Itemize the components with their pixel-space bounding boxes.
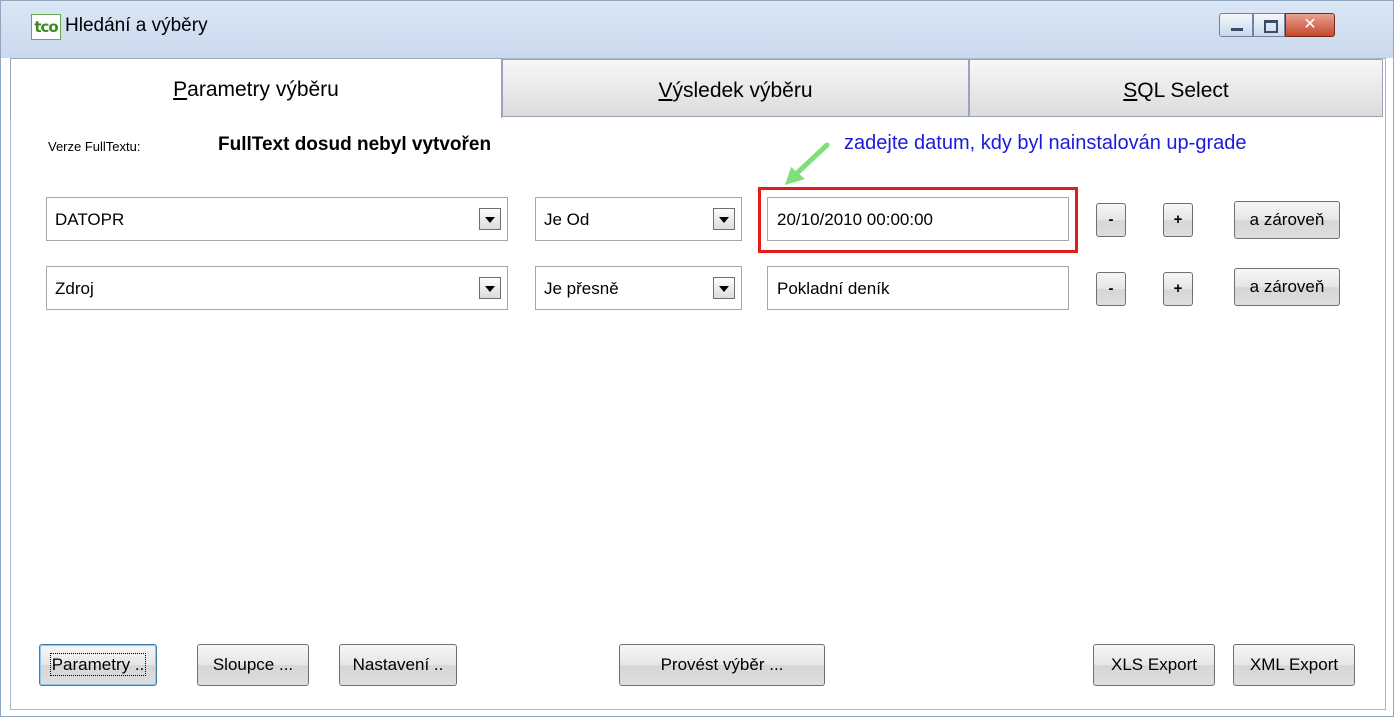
close-button[interactable]: ✕ xyxy=(1285,13,1335,37)
tab-vysledek-vyberu[interactable]: Výsledek výběru xyxy=(502,59,969,117)
annotation-hint: zadejte datum, kdy byl nainstalován up-g… xyxy=(844,132,1247,154)
parametry-button[interactable]: Parametry .. xyxy=(39,644,157,686)
app-logo-icon: tco xyxy=(31,14,61,40)
chevron-down-icon[interactable] xyxy=(713,208,735,230)
xml-export-button[interactable]: XML Export xyxy=(1233,644,1355,686)
fulltext-version-label: Verze FullTextu: xyxy=(48,139,141,154)
window-title: Hledání a výběry xyxy=(65,15,208,36)
tab-accel: P xyxy=(173,78,188,101)
minus-button-row2[interactable]: - xyxy=(1096,272,1126,306)
value-input-row1[interactable]: 20/10/2010 00:00:00 xyxy=(767,197,1069,241)
parametry-label: Parametry .. xyxy=(49,653,147,676)
tab-label: arametry výběru xyxy=(187,78,339,101)
input-value: Pokladní deník xyxy=(777,279,890,298)
value-input-row2[interactable]: Pokladní deník xyxy=(767,266,1069,310)
and-button-row1[interactable]: a zároveň xyxy=(1234,201,1340,239)
field-value: Zdroj xyxy=(55,279,94,298)
chevron-down-icon[interactable] xyxy=(713,277,735,299)
xls-export-button[interactable]: XLS Export xyxy=(1093,644,1215,686)
tab-label: QL Select xyxy=(1137,79,1229,102)
close-icon: ✕ xyxy=(1303,16,1317,33)
tab-label: ýsledek výběru xyxy=(672,79,813,102)
plus-button-row1[interactable]: + xyxy=(1163,203,1193,237)
tab-sql-select[interactable]: SQL Select xyxy=(969,59,1383,117)
provest-vyber-button[interactable]: Provést výběr ... xyxy=(619,644,825,686)
tab-accel: V xyxy=(658,79,673,102)
field-combo-row1[interactable]: DATOPR xyxy=(46,197,508,241)
plus-button-row2[interactable]: + xyxy=(1163,272,1193,306)
minimize-icon xyxy=(1231,28,1243,31)
tab-parametry-vyberu[interactable]: Parametry výběru xyxy=(10,58,502,118)
field-combo-row2[interactable]: Zdroj xyxy=(46,266,508,310)
sloupce-button[interactable]: Sloupce ... xyxy=(197,644,309,686)
chevron-down-icon[interactable] xyxy=(479,208,501,230)
maximize-icon xyxy=(1264,20,1278,33)
search-window: tco Hledání a výběry ✕ Parametry výběru … xyxy=(0,0,1394,717)
operator-value: Je přesně xyxy=(544,279,619,298)
field-value: DATOPR xyxy=(55,210,125,229)
operator-combo-row2[interactable]: Je přesně xyxy=(535,266,742,310)
and-button-row2[interactable]: a zároveň xyxy=(1234,268,1340,306)
title-bar[interactable]: tco Hledání a výběry ✕ xyxy=(1,1,1393,58)
input-value: 20/10/2010 00:00:00 xyxy=(777,210,933,229)
operator-value: Je Od xyxy=(544,210,590,229)
chevron-down-icon[interactable] xyxy=(479,277,501,299)
minimize-button[interactable] xyxy=(1219,13,1253,37)
tab-accel: S xyxy=(1123,79,1138,102)
nastaveni-button[interactable]: Nastavení .. xyxy=(339,644,457,686)
maximize-button[interactable] xyxy=(1253,13,1285,37)
tab-panel xyxy=(10,58,1386,710)
annotation-arrow-icon xyxy=(785,142,830,185)
fulltext-version-value: FullText dosud nebyl vytvořen xyxy=(218,134,492,155)
minus-button-row1[interactable]: - xyxy=(1096,203,1126,237)
operator-combo-row1[interactable]: Je Od xyxy=(535,197,742,241)
